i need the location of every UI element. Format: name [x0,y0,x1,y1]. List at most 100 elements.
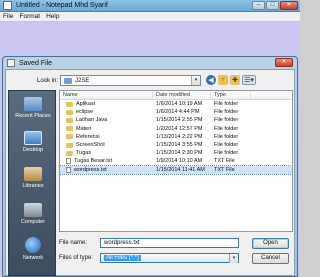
file-type-cell: File folder [214,125,239,132]
place-label: Recent Places [15,113,51,119]
file-name-cell: ScreenShot [60,142,153,148]
files-of-type-select[interactable]: All Files (*.*) ▾ [100,253,239,263]
file-row[interactable]: Tugas 1/15/2014 2:30 PM File folder [60,149,292,157]
file-row[interactable]: Materi 1/2/2014 12:57 PM File folder [60,125,292,133]
place-network[interactable]: Network [9,237,57,261]
file-row[interactable]: Latihan Java 1/15/2014 2:55 PM File folder [60,116,292,124]
look-in-value: J2SE [75,77,90,84]
dialog-titlebar: Saved File ✕ [3,57,297,69]
file-name-text: Latihan Java [76,117,108,124]
text-file-icon [66,158,71,165]
cancel-button[interactable]: Cancel [252,253,289,264]
place-label: Libraries [22,183,44,189]
file-date-cell: 1/6/2014 4:44 PM [156,109,200,116]
file-name-text: ScreenShot [76,142,105,149]
folder-icon [64,77,72,84]
file-date-cell: 1/15/2014 2:30 PM [156,150,203,157]
place-computer[interactable]: Computer [9,203,57,225]
column-date-header[interactable]: Date modified [153,91,211,99]
menu-help[interactable]: Help [46,13,59,20]
menu-file[interactable]: File [3,13,13,20]
file-date-cell: 1/9/2014 10:10 AM [156,158,203,165]
files-of-type-label: Files of type: [59,255,94,261]
network-icon [25,237,41,253]
place-label: Desktop [22,147,44,153]
file-row[interactable]: ScreenShot 1/15/2014 3:55 PM File folder [60,141,292,149]
look-in-label: Look in: [37,78,59,84]
file-row[interactable]: Tugas Besar.txt 1/9/2014 10:10 AM TXT File [60,157,292,165]
files-of-type-value: All Files (*.*) [104,255,142,261]
folder-icon [66,109,73,115]
minimize-button[interactable]: – [252,1,265,10]
look-in-combo[interactable]: J2SE ▾ [60,75,201,86]
close-button[interactable]: ✕ [280,1,298,10]
file-name-text: Referensi [76,133,100,140]
new-folder-button[interactable]: ✚ [230,75,240,85]
file-date-cell: 1/6/2014 10:19 AM [156,101,203,108]
window-controls: – □ ✕ [252,1,298,10]
file-row[interactable]: eclipse 1/6/2014 4:44 PM File folder [60,108,292,116]
notepad-title: Untitled - Notepad Mhd Syarif [16,2,108,9]
file-name-text: Tugas [76,150,92,157]
column-type-header[interactable]: Type [211,91,251,99]
file-list-header: Name Date modified Type [60,91,292,100]
file-row[interactable]: Aplikasi 1/6/2014 10:19 AM File folder [60,100,292,108]
save-dialog: Saved File ✕ Look in: J2SE ▾ ◀ ↑ ✚ ☰▾ Re… [2,56,298,277]
dialog-close-button[interactable]: ✕ [275,58,293,67]
recent-places-icon [24,97,42,111]
file-name-input[interactable]: wordpress.txt [100,238,239,248]
file-name-label: File name: [59,240,88,246]
menubar: File Format Help [0,12,300,22]
file-type-cell: File folder [214,133,239,140]
view-menu-button[interactable]: ☰▾ [242,75,256,85]
notepad-titlebar: Untitled - Notepad Mhd Syarif – □ ✕ [0,0,300,12]
menu-format[interactable]: Format [19,13,40,20]
file-type-cell: File folder [214,109,239,116]
file-name-cell: Materi [60,126,153,132]
file-type-cell: File folder [214,142,239,149]
file-name-text: Aplikasi [76,101,95,108]
file-name-text: eclipse [76,109,94,116]
places-bar: Recent Places Desktop Libraries Computer… [8,90,56,276]
folder-icon [66,101,73,107]
place-libraries[interactable]: Libraries [9,167,57,189]
file-type-cell: TXT File [214,166,235,173]
folder-icon [66,134,73,140]
maximize-button[interactable]: □ [266,1,279,10]
file-date-cell: 1/15/2014 11:41 AM [156,166,205,173]
folder-icon [66,126,73,132]
back-button[interactable]: ◀ [206,75,216,85]
dialog-icon [7,59,15,67]
file-type-cell: TXT File [214,158,235,165]
chevron-down-icon[interactable]: ▾ [191,76,200,85]
file-name-text: Materi [76,125,92,132]
column-name-header[interactable]: Name [60,91,153,99]
file-name-cell: Referensi [60,134,153,140]
open-button[interactable]: Open [252,238,289,249]
file-name-cell: wordpress.txt [60,166,153,173]
file-type-cell: File folder [214,101,239,108]
folder-icon [66,142,73,148]
chevron-down-icon[interactable]: ▾ [229,254,238,263]
file-date-cell: 1/13/2014 2:22 PM [156,133,203,140]
file-type-cell: File folder [214,150,239,157]
file-list[interactable]: Name Date modified Type Aplikasi 1/6/2014… [59,90,293,232]
file-name-cell: Tugas Besar.txt [60,158,153,165]
place-label: Network [22,255,44,261]
file-rows: Aplikasi 1/6/2014 10:19 AM File folder ecli… [60,100,292,175]
place-desktop[interactable]: Desktop [9,131,57,153]
file-row[interactable]: Referensi 1/13/2014 2:22 PM File folder [60,133,292,141]
notepad-app-icon [3,1,12,10]
file-name-cell: Latihan Java [60,117,153,123]
file-row[interactable]: wordpress.txt 1/15/2014 11:41 AM TXT File [60,164,292,175]
file-name-cell: eclipse [60,109,153,115]
place-label: Computer [20,219,46,225]
libraries-icon [24,167,42,181]
file-date-cell: 1/15/2014 2:55 PM [156,117,203,124]
place-recent-places[interactable]: Recent Places [9,97,57,119]
up-folder-button[interactable]: ↑ [218,75,228,85]
file-date-cell: 1/2/2014 12:57 PM [156,125,203,132]
dialog-title: Saved File [19,59,53,67]
file-name-text: wordpress.txt [74,166,107,173]
dialog-toolbar: ◀ ↑ ✚ ☰▾ [206,75,256,85]
